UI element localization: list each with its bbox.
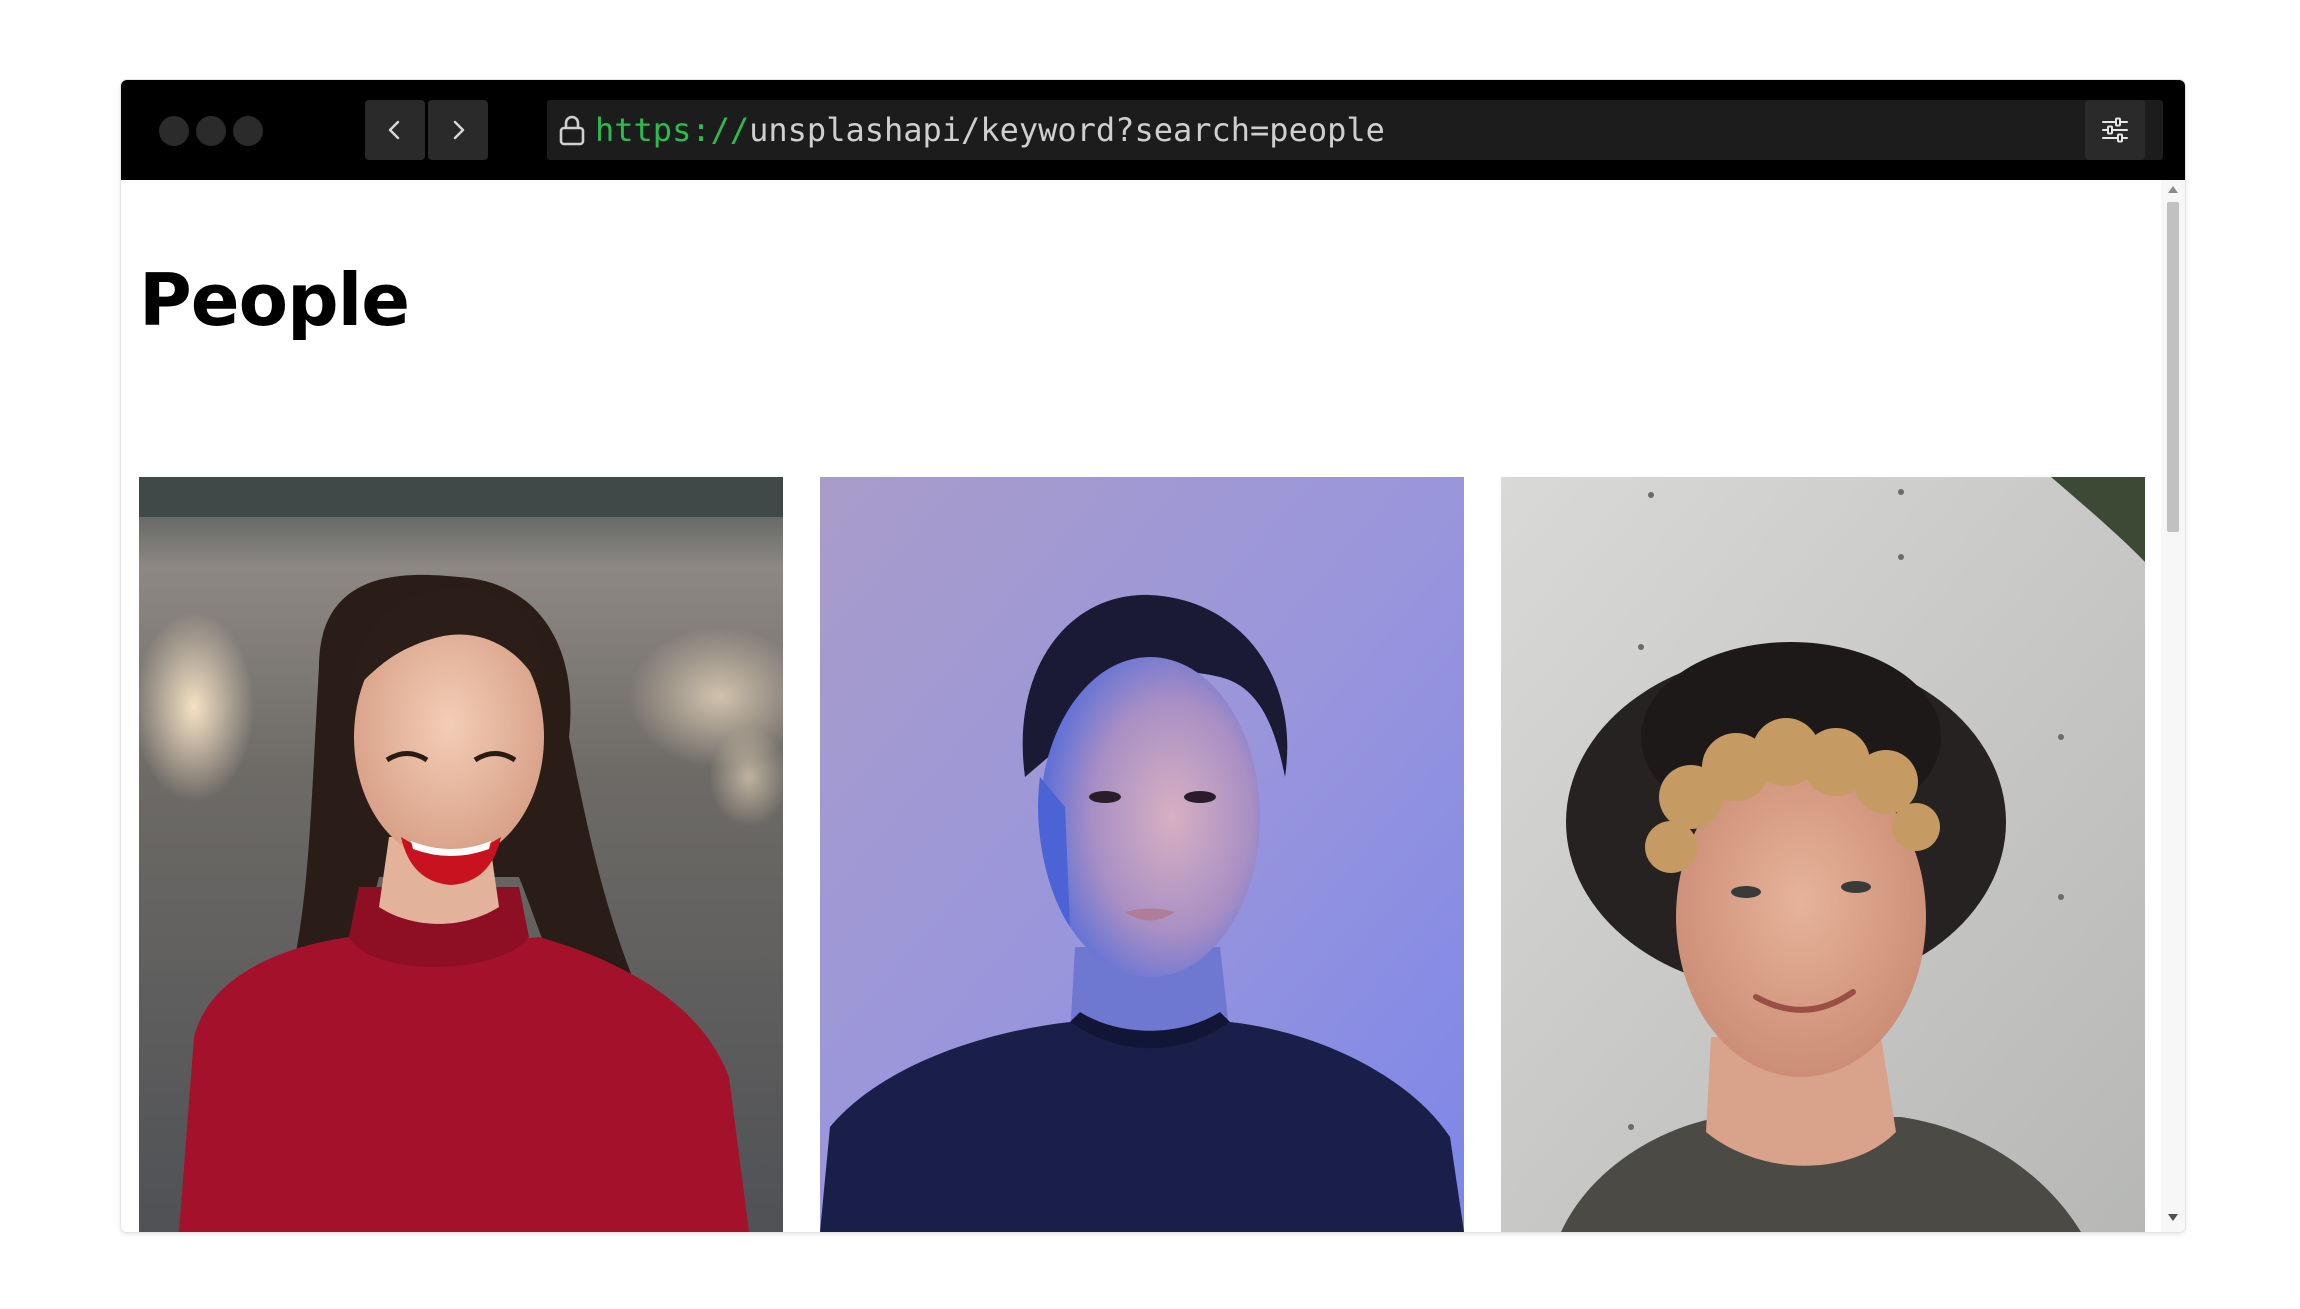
sliders-icon — [2102, 117, 2128, 143]
window-maximize-dot[interactable] — [233, 116, 263, 146]
browser-toolbar: https://unsplashapi/keyword?search=peopl… — [121, 80, 2185, 180]
chevron-right-icon — [453, 120, 465, 140]
photo-2-image — [820, 477, 1464, 1232]
page-viewport: People — [121, 180, 2185, 1232]
chevron-left-icon — [388, 120, 400, 140]
photo-card-3[interactable] — [1501, 477, 2145, 1232]
vertical-scrollbar[interactable] — [2161, 180, 2185, 1232]
photo-card-2[interactable] — [820, 477, 1464, 1232]
page-title: People — [139, 258, 410, 342]
settings-button[interactable] — [2085, 100, 2145, 160]
url-scheme: https:// — [595, 111, 750, 149]
photo-1-image — [139, 477, 783, 1232]
window-close-dot[interactable] — [159, 116, 189, 146]
url-path: unsplashapi/keyword?search=people — [749, 111, 1385, 149]
photo-card-1[interactable] — [139, 477, 783, 1232]
address-bar[interactable]: https://unsplashapi/keyword?search=peopl… — [547, 100, 2163, 160]
photo-3-image — [1501, 477, 2145, 1232]
scroll-thumb[interactable] — [2167, 202, 2179, 532]
scroll-down-arrow-icon[interactable] — [2168, 1214, 2178, 1221]
window-minimize-dot[interactable] — [196, 116, 226, 146]
forward-button[interactable] — [428, 100, 488, 160]
url-text: https://unsplashapi/keyword?search=peopl… — [595, 111, 1385, 149]
lock-icon — [559, 115, 585, 146]
back-button[interactable] — [365, 100, 425, 160]
browser-window: https://unsplashapi/keyword?search=peopl… — [121, 80, 2185, 1232]
scroll-up-arrow-icon[interactable] — [2168, 186, 2178, 193]
